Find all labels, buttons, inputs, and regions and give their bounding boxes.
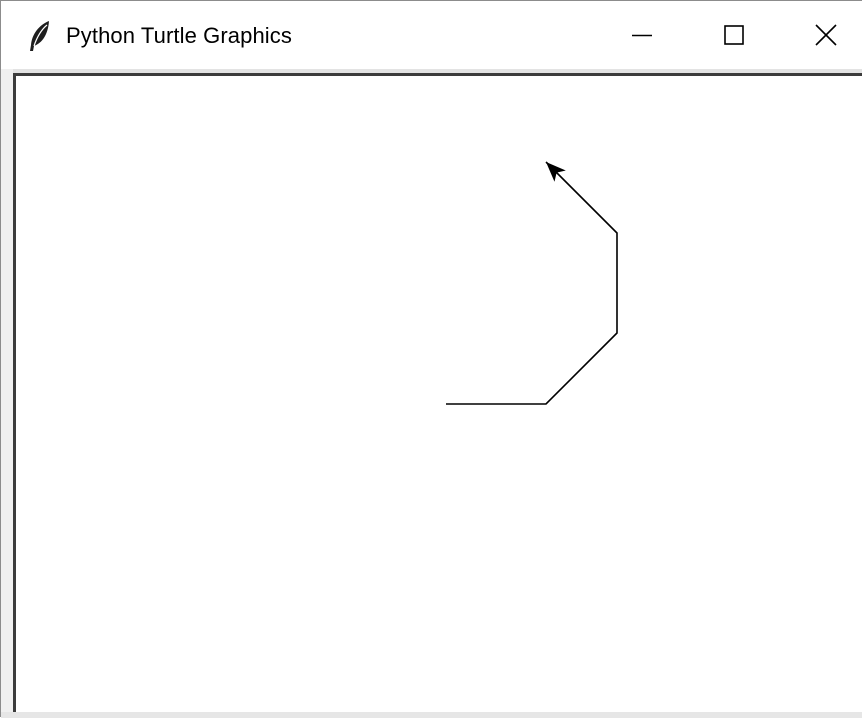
feather-icon — [30, 21, 49, 51]
close-button[interactable] — [780, 1, 862, 69]
title-bar[interactable]: Python Turtle Graphics — [1, 1, 862, 69]
turtle-canvas[interactable] — [16, 76, 862, 712]
turtle-pen-path — [446, 161, 618, 405]
turtle-window: Python Turtle Graphics — [0, 0, 862, 718]
window-frame-left — [1, 69, 13, 717]
minimize-button[interactable] — [596, 1, 688, 69]
window-title: Python Turtle Graphics — [66, 23, 292, 48]
close-icon — [815, 24, 837, 46]
maximize-icon — [724, 25, 744, 45]
minimize-icon — [632, 34, 652, 37]
maximize-button[interactable] — [688, 1, 780, 69]
window-frame-bottom — [1, 712, 862, 718]
turtle-canvas-area[interactable] — [13, 73, 862, 712]
